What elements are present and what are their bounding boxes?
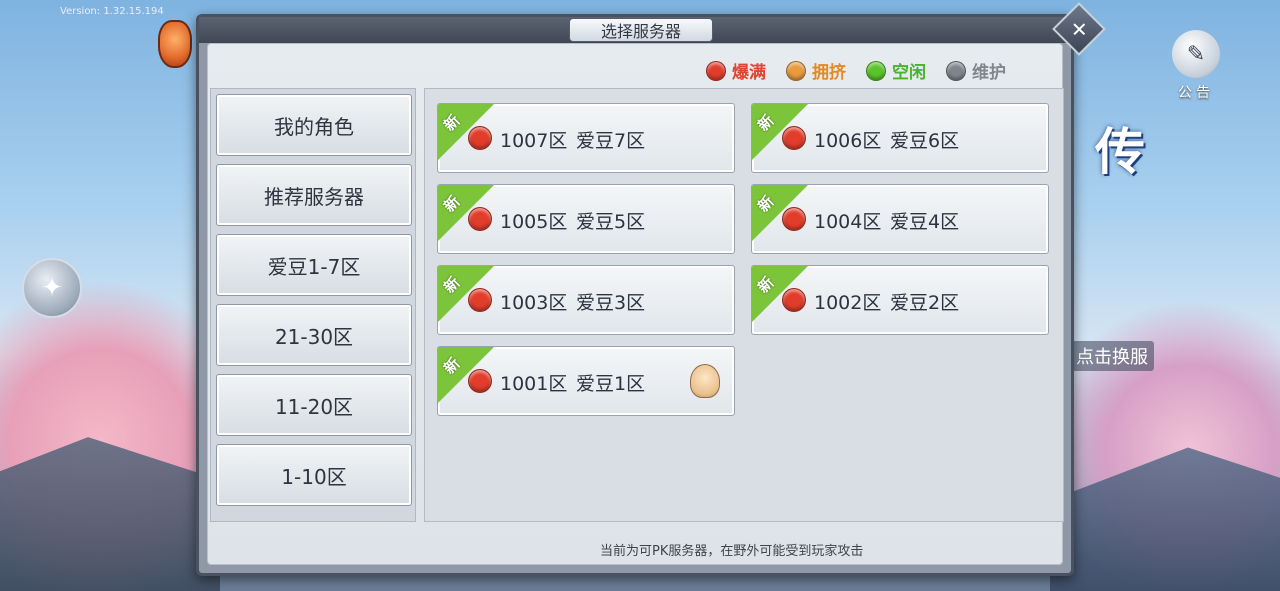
server-name: 爱豆7区 [576, 130, 646, 152]
server-name: 爱豆6区 [890, 130, 960, 152]
lantern-icon [158, 20, 192, 68]
status-legend: 爆满 拥挤 空闲 维护 [706, 58, 1006, 83]
server-card[interactable]: 新 1004区 爱豆4区 [751, 184, 1049, 254]
modal-title: 选择服务器 [569, 18, 713, 42]
legend-label: 爆满 [732, 63, 766, 83]
nav-item-2[interactable]: 爱豆1-7区 [216, 234, 412, 296]
legend-label: 拥挤 [812, 63, 846, 83]
server-name: 爱豆3区 [576, 292, 646, 314]
status-dot-icon [468, 126, 492, 150]
close-icon: ✕ [1070, 16, 1088, 41]
server-name: 爱豆4区 [890, 211, 960, 233]
pk-warning-note: 当前为可PK服务器，在野外可能受到玩家攻击 [600, 544, 864, 559]
switch-server-label[interactable]: 点击换服 [1070, 341, 1154, 371]
game-logo-fragment: 传 [1095, 122, 1145, 181]
nav-item-4[interactable]: 11-20区 [216, 374, 412, 436]
server-card[interactable]: 新 1007区 爱豆7区 [437, 103, 735, 173]
server-card[interactable]: 新 1005区 爱豆5区 [437, 184, 735, 254]
server-id: 1002区 [814, 292, 882, 314]
legend-item: 拥挤 [786, 58, 846, 83]
status-dot-icon [782, 207, 806, 231]
server-name: 爱豆1区 [576, 373, 646, 395]
character-switch-button[interactable]: ✦ [22, 258, 82, 318]
nav-item-0[interactable]: 我的角色 [216, 94, 412, 156]
server-id: 1003区 [500, 292, 568, 314]
nav-item-1[interactable]: 推荐服务器 [216, 164, 412, 226]
version-label: Version: 1.32.15.194 [60, 6, 164, 17]
server-group-nav: 我的角色推荐服务器爱豆1-7区 21-30区 11-20区 1-10区 [210, 88, 416, 522]
server-card[interactable]: 新 1001区 爱豆1区 [437, 346, 735, 416]
server-card[interactable]: 新 1003区 爱豆3区 [437, 265, 735, 335]
status-dot-icon [468, 369, 492, 393]
scroll-icon: ✎ [1172, 30, 1220, 78]
server-list: 新 1007区 爱豆7区新 1006区 爱豆6区新 1005区 爱豆5区新 1004区 爱豆4区… [424, 88, 1064, 522]
server-id: 1006区 [814, 130, 882, 152]
status-dot-icon [706, 60, 726, 81]
status-dot-icon [782, 126, 806, 150]
nav-item-3[interactable]: 21-30区 [216, 304, 412, 366]
server-id: 1007区 [500, 130, 568, 152]
legend-item: 空闲 [866, 58, 926, 83]
legend-label: 维护 [972, 63, 1006, 83]
legend-item: 爆满 [706, 58, 766, 83]
notice-label: 公告 [1178, 85, 1214, 101]
status-dot-icon [468, 207, 492, 231]
character-avatar-icon [690, 364, 720, 398]
server-id: 1004区 [814, 211, 882, 233]
status-dot-icon [468, 288, 492, 312]
server-name: 爱豆2区 [890, 292, 960, 314]
status-dot-icon [786, 60, 806, 81]
legend-label: 空闲 [892, 63, 926, 83]
legend-item: 维护 [946, 58, 1006, 83]
server-card[interactable]: 新 1006区 爱豆6区 [751, 103, 1049, 173]
notice-button[interactable]: ✎ 公告 [1168, 30, 1224, 104]
status-dot-icon [782, 288, 806, 312]
server-id: 1005区 [500, 211, 568, 233]
server-card[interactable]: 新 1002区 爱豆2区 [751, 265, 1049, 335]
status-dot-icon [946, 60, 966, 81]
status-dot-icon [866, 60, 886, 81]
nav-item-5[interactable]: 1-10区 [216, 444, 412, 506]
character-silhouette-icon: ✦ [41, 273, 63, 303]
server-name: 爱豆5区 [576, 211, 646, 233]
server-id: 1001区 [500, 373, 568, 395]
